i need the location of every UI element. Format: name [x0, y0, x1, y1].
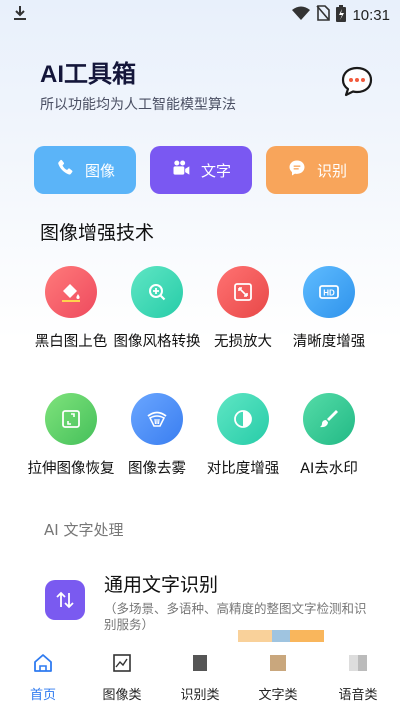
home-icon — [32, 652, 54, 678]
voice-icon — [347, 652, 369, 678]
image-quick-button[interactable]: 图像 — [34, 146, 136, 194]
battery-icon — [336, 4, 347, 26]
text-section-title: AI 文字处理 — [44, 521, 124, 539]
image-chart-icon — [111, 652, 133, 678]
image-section-title: 图像增强技术 — [40, 222, 155, 244]
ocr-feature-title[interactable]: 通用文字识别 — [104, 570, 218, 597]
tool-label: 图像去雾 — [128, 461, 186, 477]
expand-icon — [217, 266, 269, 318]
status-bar: 10:31 — [0, 0, 400, 30]
hd-icon: HD — [303, 266, 355, 318]
chat-bubble-icon[interactable] — [340, 64, 374, 98]
app-title: AI工具箱 — [40, 61, 136, 88]
message-icon — [287, 158, 307, 182]
recognize-quick-label: 识别 — [316, 161, 347, 180]
nav-text[interactable]: 文字类 — [238, 652, 318, 703]
phone-icon — [55, 158, 75, 182]
bottom-navigation: 首页 图像类 识别类 文字类 语音类 — [0, 642, 400, 711]
text-icon — [267, 652, 289, 678]
crop-icon — [45, 393, 97, 445]
tool-clarity[interactable]: HD 清晰度增强 — [284, 266, 374, 352]
nav-recognize[interactable]: 识别类 — [160, 652, 240, 703]
status-time: 10:31 — [352, 6, 390, 24]
tool-contrast[interactable]: 对比度增强 — [198, 393, 288, 479]
tool-label: 图像风格转换 — [113, 334, 201, 350]
tool-remove-watermark[interactable]: AI去水印 — [284, 393, 374, 479]
tool-label: AI去水印 — [300, 461, 358, 477]
tool-stretch-restore[interactable]: 拉伸图像恢复 — [26, 393, 116, 479]
tool-style-transfer[interactable]: 图像风格转换 — [112, 266, 202, 352]
nav-label: 文字类 — [258, 688, 298, 703]
ocr-feature-description: （多场景、多语种、高精度的整图文字检测和识别服务） — [104, 601, 367, 632]
contrast-icon — [217, 393, 269, 445]
nav-label: 语音类 — [338, 688, 378, 703]
tool-label: 黑白图上色 — [34, 334, 108, 350]
defog-icon — [131, 393, 183, 445]
brush-icon — [303, 393, 355, 445]
text-quick-label: 文字 — [200, 161, 231, 180]
recognize-quick-button[interactable]: 识别 — [266, 146, 368, 194]
nav-home[interactable]: 首页 — [3, 652, 83, 703]
paint-bucket-icon — [45, 266, 97, 318]
sort-icon[interactable] — [45, 580, 85, 620]
video-camera-icon — [171, 158, 191, 182]
tool-lossless-upscale[interactable]: 无损放大 — [198, 266, 288, 352]
tool-label: 清晰度增强 — [292, 334, 366, 350]
nav-label: 识别类 — [180, 688, 220, 703]
tool-label: 无损放大 — [214, 334, 272, 350]
svg-text:HD: HD — [323, 289, 335, 298]
wifi-icon — [292, 6, 311, 24]
image-quick-label: 图像 — [84, 161, 115, 180]
no-sim-icon — [316, 5, 331, 25]
nav-image[interactable]: 图像类 — [82, 652, 162, 703]
nav-label: 图像类 — [102, 688, 142, 703]
tool-label: 拉伸图像恢复 — [27, 461, 115, 477]
tool-colorize[interactable]: 黑白图上色 — [26, 266, 116, 352]
zoom-in-icon — [131, 266, 183, 318]
download-icon — [12, 5, 28, 25]
nav-label: 首页 — [29, 688, 56, 703]
nav-voice[interactable]: 语音类 — [318, 652, 398, 703]
tool-defog[interactable]: 图像去雾 — [112, 393, 202, 479]
app-subtitle: 所以功能均为人工智能模型算法 — [40, 97, 236, 113]
tool-label: 对比度增强 — [206, 461, 280, 477]
scan-icon — [189, 652, 211, 678]
text-quick-button[interactable]: 文字 — [150, 146, 252, 194]
